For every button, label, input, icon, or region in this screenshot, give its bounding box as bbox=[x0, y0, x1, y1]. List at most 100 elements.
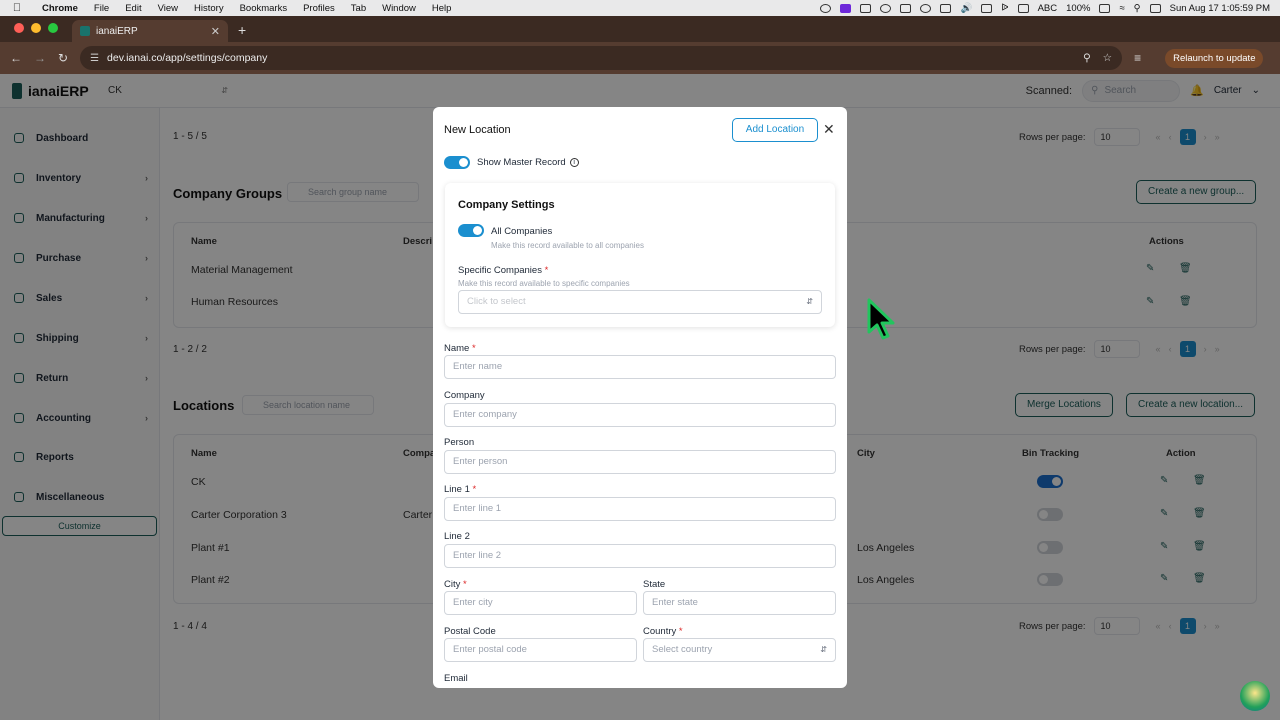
spotlight-icon[interactable]: ⚲ bbox=[1134, 3, 1141, 14]
email-label: Email bbox=[444, 673, 468, 684]
display-icon[interactable] bbox=[981, 3, 993, 13]
company-input[interactable]: Enter company bbox=[444, 403, 836, 427]
screen-record-icon[interactable] bbox=[840, 3, 852, 13]
country-select[interactable]: Select country ⇵ bbox=[643, 638, 836, 662]
status-icon[interactable] bbox=[820, 3, 832, 13]
menubar-status-area: 🔊 ᐉ ABC 100% ≈ ⚲ Sun Aug 17 1:05:59 PM bbox=[820, 3, 1280, 14]
name-label-text: Name bbox=[444, 343, 470, 354]
name-input[interactable]: Enter name bbox=[444, 355, 836, 379]
show-master-record-toggle[interactable] bbox=[444, 156, 470, 169]
line1-input[interactable]: Enter line 1 bbox=[444, 497, 836, 521]
city-label: City * bbox=[444, 579, 467, 590]
specific-companies-label: Specific Companies * bbox=[458, 265, 548, 276]
close-window-icon[interactable] bbox=[14, 23, 24, 33]
postal-code-label: Postal Code bbox=[444, 626, 496, 637]
bookmark-star-icon[interactable]: ☆ bbox=[1103, 52, 1112, 64]
site-info-icon[interactable]: ☰ bbox=[90, 53, 99, 64]
show-master-record-text: Show Master Record bbox=[477, 157, 566, 168]
reload-icon[interactable]: ↻ bbox=[58, 51, 68, 65]
country-label-text: Country bbox=[643, 626, 677, 637]
required-mark: * bbox=[471, 343, 476, 354]
name-label: Name * bbox=[444, 343, 476, 354]
menu-history[interactable]: History bbox=[186, 3, 232, 14]
zoom-window-icon[interactable] bbox=[48, 23, 58, 33]
required-mark: * bbox=[472, 484, 477, 495]
specific-companies-hint: Make this record available to specific c… bbox=[458, 279, 630, 288]
menu-view[interactable]: View bbox=[150, 3, 186, 14]
required-mark: * bbox=[678, 626, 683, 637]
browser-tab-strip: ianaiERP ✕ + bbox=[0, 16, 1280, 42]
favicon-icon bbox=[80, 26, 90, 36]
line2-input[interactable]: Enter line 2 bbox=[444, 544, 836, 568]
forward-icon[interactable]: → bbox=[34, 51, 46, 65]
country-label: Country * bbox=[643, 626, 683, 637]
tab-title: ianaiERP bbox=[96, 25, 138, 37]
specific-companies-select[interactable]: Click to select ⇵ bbox=[458, 290, 822, 314]
input-source[interactable]: ABC bbox=[1038, 3, 1058, 14]
line2-label: Line 2 bbox=[444, 531, 470, 542]
status-icon[interactable] bbox=[900, 3, 912, 13]
menu-profiles[interactable]: Profiles bbox=[295, 3, 343, 14]
status-icon[interactable] bbox=[1017, 3, 1029, 13]
modal-title: New Location bbox=[444, 124, 511, 136]
company-settings-card: Company Settings All Companies Make this… bbox=[445, 183, 835, 327]
browser-tab[interactable]: ianaiERP ✕ bbox=[72, 20, 228, 42]
city-label-text: City bbox=[444, 579, 461, 590]
minimize-window-icon[interactable] bbox=[31, 23, 41, 33]
keyboard-icon[interactable] bbox=[940, 3, 952, 13]
state-label: State bbox=[643, 579, 666, 590]
company-settings-title: Company Settings bbox=[458, 199, 555, 211]
mouse-cursor-icon bbox=[867, 298, 895, 340]
all-companies-toggle[interactable] bbox=[458, 224, 484, 237]
new-location-modal: New Location Add Location ✕ Show Master … bbox=[433, 107, 847, 688]
volume-icon[interactable]: 🔊 bbox=[960, 3, 972, 14]
city-input[interactable]: Enter city bbox=[444, 591, 637, 615]
control-center-icon[interactable] bbox=[1149, 3, 1161, 13]
menu-tab[interactable]: Tab bbox=[343, 3, 374, 14]
battery-percent: 100% bbox=[1066, 2, 1091, 14]
close-tab-icon[interactable]: ✕ bbox=[211, 25, 220, 38]
play-icon[interactable] bbox=[920, 3, 932, 13]
close-icon[interactable]: ✕ bbox=[823, 121, 835, 138]
bluetooth-icon[interactable]: ᐉ bbox=[1001, 3, 1008, 14]
show-master-record-label: Show Master Record i bbox=[477, 157, 579, 168]
postal-code-input[interactable]: Enter postal code bbox=[444, 638, 637, 662]
line1-label-text: Line 1 bbox=[444, 484, 470, 495]
menu-window[interactable]: Window bbox=[374, 3, 424, 14]
chrome-menu-icon[interactable]: ⋮ bbox=[1275, 51, 1280, 65]
macos-menubar:  Chrome File Edit View History Bookmark… bbox=[0, 0, 1280, 16]
add-location-button[interactable]: Add Location bbox=[732, 118, 818, 142]
new-tab-icon[interactable]: + bbox=[228, 22, 246, 42]
status-icon[interactable] bbox=[880, 3, 892, 13]
address-bar[interactable]: ☰ dev.ianai.co/app/settings/company ⚲ ☆ bbox=[80, 46, 1123, 70]
clock[interactable]: Sun Aug 17 1:05:59 PM bbox=[1170, 3, 1270, 14]
status-icon[interactable] bbox=[860, 3, 872, 13]
url-text[interactable]: dev.ianai.co/app/settings/company bbox=[107, 52, 267, 64]
app-dock-icon[interactable] bbox=[1240, 681, 1270, 711]
relaunch-button[interactable]: Relaunch to update bbox=[1165, 48, 1264, 68]
required-mark: * bbox=[544, 265, 549, 276]
info-icon[interactable]: i bbox=[569, 157, 579, 167]
menu-help[interactable]: Help bbox=[424, 3, 460, 14]
chevron-updown-icon: ⇵ bbox=[806, 297, 813, 306]
wifi-icon[interactable]: ≈ bbox=[1119, 3, 1124, 14]
line1-label: Line 1 * bbox=[444, 484, 476, 495]
browser-toolbar: ← → ↻ ☰ dev.ianai.co/app/settings/compan… bbox=[0, 42, 1280, 74]
menu-edit[interactable]: Edit bbox=[117, 3, 149, 14]
person-input[interactable]: Enter person bbox=[444, 450, 836, 474]
apple-icon[interactable]:  bbox=[0, 2, 34, 14]
menu-app[interactable]: Chrome bbox=[34, 3, 86, 14]
chevron-updown-icon: ⇵ bbox=[820, 645, 827, 654]
menu-file[interactable]: File bbox=[86, 3, 117, 14]
menu-bookmarks[interactable]: Bookmarks bbox=[232, 3, 296, 14]
state-input[interactable]: Enter state bbox=[643, 591, 836, 615]
specific-companies-text: Specific Companies bbox=[458, 265, 542, 276]
specific-companies-placeholder: Click to select bbox=[467, 296, 526, 307]
battery-icon[interactable] bbox=[1099, 3, 1111, 13]
required-mark: * bbox=[463, 579, 467, 590]
back-icon[interactable]: ← bbox=[10, 51, 22, 65]
person-label: Person bbox=[444, 437, 475, 448]
country-placeholder: Select country bbox=[652, 644, 713, 655]
zoom-icon[interactable]: ⚲ bbox=[1083, 52, 1091, 64]
reading-list-icon[interactable]: ≡ bbox=[1134, 51, 1141, 65]
